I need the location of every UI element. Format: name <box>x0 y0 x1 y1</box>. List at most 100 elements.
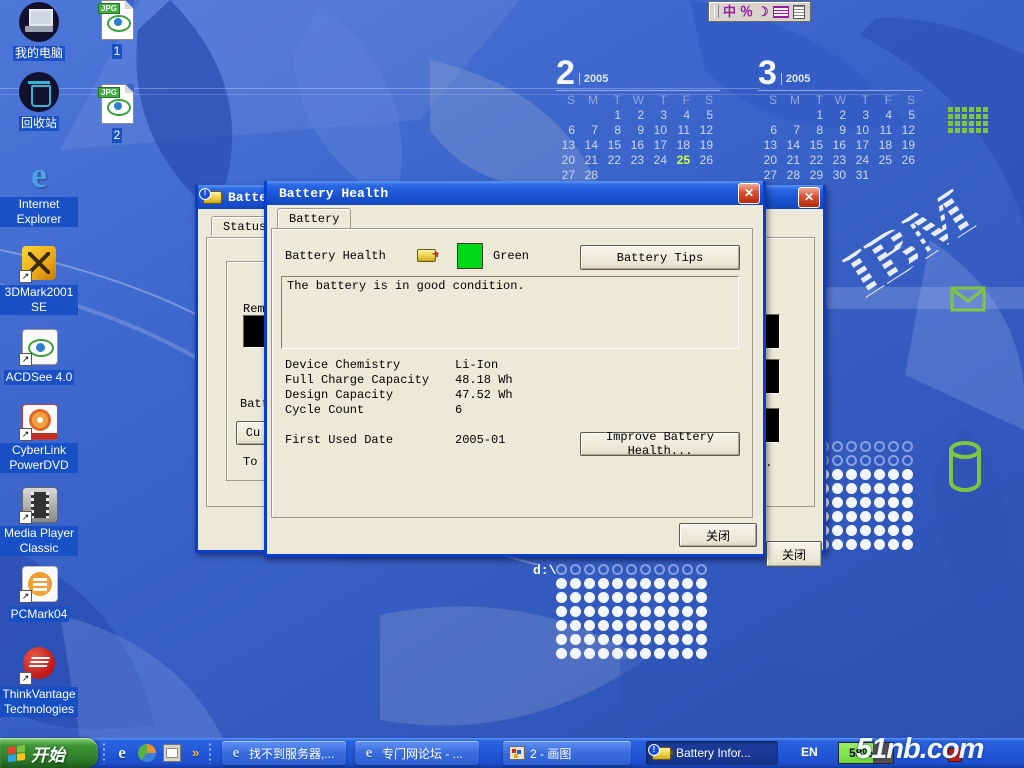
calendar-day: 5 <box>896 108 919 123</box>
desktop-icon-jpg-1[interactable]: JPG 1 <box>78 0 156 60</box>
ime-language-bar[interactable]: 中 ％ ☽ <box>708 1 811 22</box>
start-label: 开始 <box>31 741 65 766</box>
calendar-day: 16 <box>625 138 648 153</box>
wallpaper-dot <box>612 648 623 659</box>
wallpaper-dot <box>598 606 609 617</box>
wallpaper-dot <box>612 564 623 575</box>
calendar-day: 9 <box>827 123 850 138</box>
wallpaper-dot <box>902 511 913 522</box>
wallpaper-dot <box>860 525 871 536</box>
tab-battery[interactable]: Battery <box>277 208 351 228</box>
calendar-day: 14 <box>579 138 602 153</box>
wallpaper-dot <box>846 497 857 508</box>
wallpaper-dot <box>682 620 693 631</box>
desktop-icon-media-player-classic[interactable]: ↗ Media Player Classic <box>0 484 78 557</box>
dialog-title: Battery Health <box>267 186 388 201</box>
calendar-february: 2 2005 SMTWTFS12345678910111213141516171… <box>556 56 720 183</box>
wallpaper-dot <box>832 511 843 522</box>
calendar-day: 7 <box>781 123 804 138</box>
wallpaper-dot <box>846 469 857 480</box>
desktop-icon-thinkvantage[interactable]: ↗ ThinkVantage Technologies <box>0 645 78 718</box>
shortcut-arrow-icon: ↗ <box>19 353 32 366</box>
wallpaper-dot <box>846 525 857 536</box>
wallpaper-dot <box>832 539 843 550</box>
calendar-day: 12 <box>694 123 717 138</box>
desktop-icon-jpg-2[interactable]: JPG 2 <box>78 84 156 144</box>
icon-label: CyberLink PowerDVD <box>0 443 78 473</box>
calendar-day: 4 <box>671 108 694 123</box>
calendar-day: 2 <box>827 108 850 123</box>
ime-punctuation-icon[interactable]: ☽ <box>757 3 769 20</box>
desktop-icon-internet-explorer[interactable]: e Internet Explorer <box>0 155 78 228</box>
ime-options-icon[interactable] <box>793 5 805 19</box>
wallpaper-dot <box>640 634 651 645</box>
calendar-title: 3 2005 <box>758 56 922 88</box>
task-button-battery-information[interactable]: Battery Infor... <box>646 741 778 765</box>
jpg-file-icon: JPG <box>97 84 137 124</box>
calendar-weekday: T <box>602 93 625 108</box>
wallpaper-dot <box>696 634 707 645</box>
desktop-icon-powerdvd[interactable]: ↗ CyberLink PowerDVD <box>0 401 78 474</box>
acdsee-eye-icon <box>107 15 131 32</box>
wallpaper-dot <box>846 455 857 466</box>
icon-label: 回收站 <box>19 116 59 131</box>
wallpaper-dot <box>626 620 637 631</box>
close-button[interactable]: 关闭 <box>766 541 822 567</box>
task-button-paint[interactable]: 2 - 画图 <box>503 741 631 765</box>
shortcut-arrow-icon: ↗ <box>19 428 32 441</box>
calendar-march: 3 2005 SMTWTFS12345678910111213141516171… <box>758 56 922 183</box>
separator <box>102 742 106 764</box>
ie-icon: e <box>228 746 244 760</box>
drive-label: d:\ <box>533 563 556 578</box>
close-button[interactable]: 关闭 <box>679 523 757 547</box>
dot-grid-right <box>818 441 916 553</box>
wallpaper-dot <box>874 441 885 452</box>
calendar-weekday: W <box>827 93 850 108</box>
calendar-day: 6 <box>556 123 579 138</box>
quick-launch-overflow-chevron[interactable]: » <box>192 745 199 764</box>
close-icon[interactable]: ✕ <box>798 187 820 208</box>
wallpaper-dot <box>584 620 595 631</box>
wallpaper-dot <box>682 648 693 659</box>
cylinder-icon <box>946 440 984 494</box>
wallpaper-dot <box>696 592 707 603</box>
calendar-day: 8 <box>804 123 827 138</box>
desktop-icon-my-computer[interactable]: 我的电脑 <box>0 2 78 62</box>
ime-keyboard-icon[interactable] <box>773 6 789 18</box>
battery-health-titlebar[interactable]: Battery Health ✕ <box>267 181 763 205</box>
icon-label: 1 <box>112 44 123 59</box>
wallpaper-dot <box>584 578 595 589</box>
close-icon[interactable]: ✕ <box>738 183 760 204</box>
wallpaper-dot <box>570 564 581 575</box>
calendar-day: 4 <box>873 108 896 123</box>
quick-launch-ie-icon[interactable]: e <box>113 744 131 762</box>
desktop-icon-3dmark2001[interactable]: ↗ 3DMark2001 SE <box>0 243 78 316</box>
wallpaper-dot <box>668 634 679 645</box>
ime-width-mode-icon[interactable]: ％ <box>740 3 753 20</box>
calendar-weekday: F <box>873 93 896 108</box>
wallpaper-dot <box>654 592 665 603</box>
quick-launch-media-icon[interactable] <box>138 744 156 762</box>
desktop-icon-acdsee[interactable]: ↗ ACDSee 4.0 <box>0 326 78 386</box>
wallpaper-dot <box>626 578 637 589</box>
desktop-icon-recycle-bin[interactable]: 回收站 <box>0 72 78 132</box>
wallpaper-dot <box>584 606 595 617</box>
desktop-icon-pcmark04[interactable]: ↗ PCMark04 <box>0 563 78 623</box>
ime-drag-handle[interactable] <box>714 5 719 18</box>
ime-input-mode[interactable]: 中 <box>723 3 736 20</box>
task-button-server-not-found[interactable]: e 找不到服务器,... <box>222 741 346 765</box>
show-desktop-icon[interactable] <box>163 744 181 762</box>
wallpaper-dot <box>612 634 623 645</box>
start-button[interactable]: 开始 <box>0 738 98 768</box>
wallpaper-dot <box>682 564 693 575</box>
wallpaper-dot <box>654 648 665 659</box>
calendar-day: 17 <box>850 138 873 153</box>
wallpaper-dot <box>668 606 679 617</box>
task-button-forum[interactable]: e 专门网论坛 - ... <box>355 741 479 765</box>
language-indicator[interactable]: EN <box>801 745 818 759</box>
wallpaper-dot <box>640 620 651 631</box>
wallpaper-dot <box>626 634 637 645</box>
icon-label: ACDSee 4.0 <box>4 370 75 385</box>
calendar-weekday: S <box>694 93 717 108</box>
wallpaper-dot <box>598 592 609 603</box>
